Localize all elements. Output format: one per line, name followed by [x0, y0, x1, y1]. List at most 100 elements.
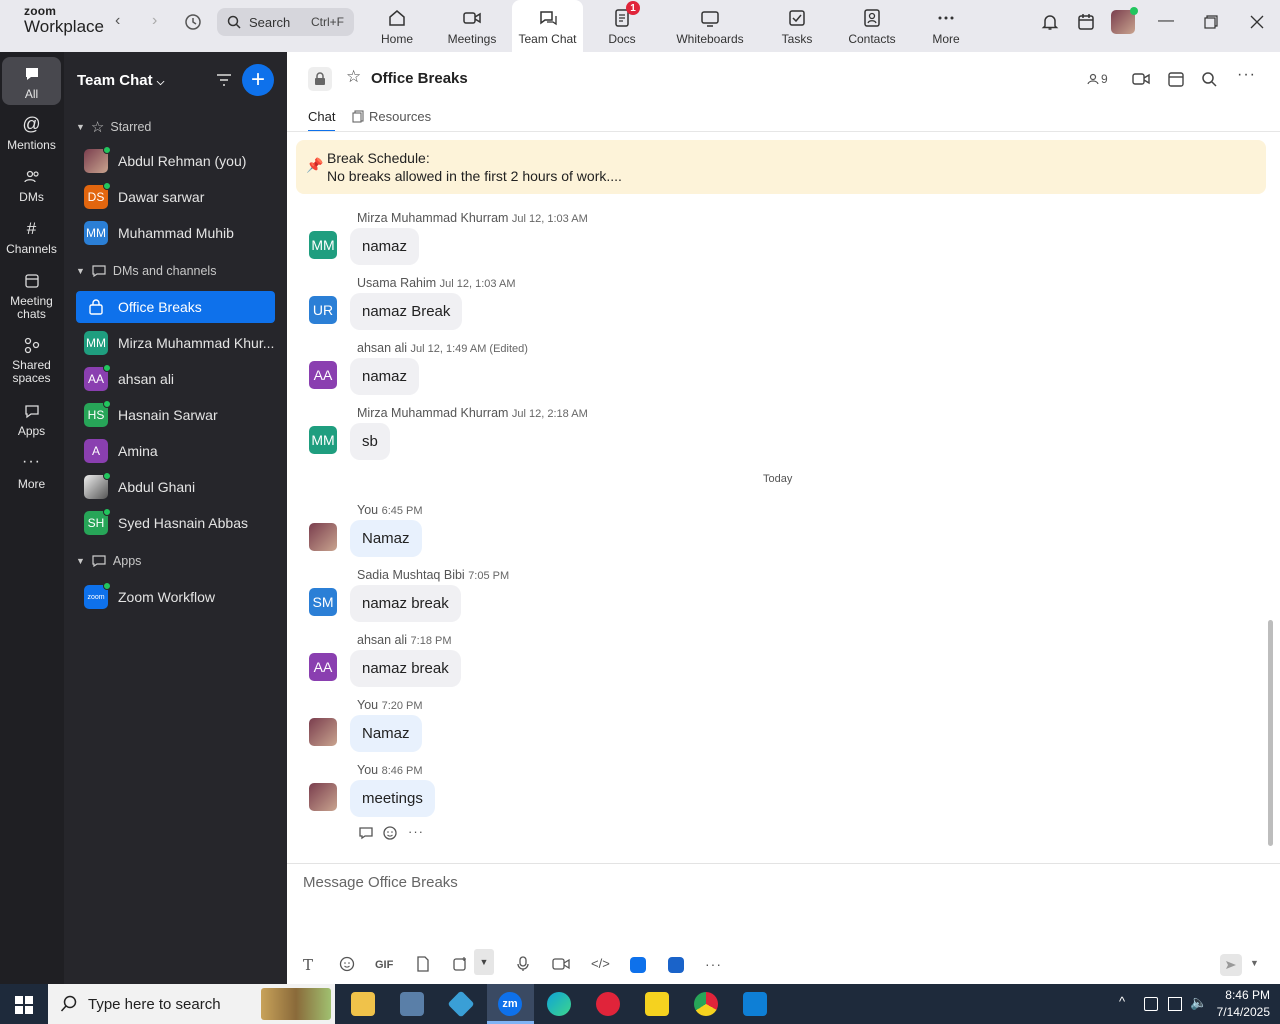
message-text[interactable]: namaz Break	[350, 293, 463, 330]
message-text[interactable]: namaz	[350, 228, 420, 265]
filter-icon[interactable]	[215, 72, 233, 88]
send-button[interactable]	[1220, 954, 1242, 976]
sticky-notes-icon[interactable]	[645, 992, 669, 1016]
tab-contacts[interactable]: Contacts	[845, 0, 899, 52]
avatar[interactable]	[309, 718, 337, 746]
taskbar-active-app[interactable]: zm	[487, 984, 534, 1024]
sidebar-item-dawar-sarwar[interactable]: DS Dawar sarwar	[76, 181, 275, 213]
minimize-icon[interactable]: —	[1158, 12, 1174, 30]
rail-item-all[interactable]: All	[2, 57, 61, 105]
reply-icon[interactable]	[358, 825, 374, 841]
message-text[interactable]: namaz break	[350, 650, 461, 687]
sender-name[interactable]: You	[357, 698, 378, 712]
rail-item-more[interactable]: ··· More	[2, 453, 61, 490]
sidebar-item-amina[interactable]: A Amina	[76, 435, 275, 467]
sidebar-item-mirza-muhammad[interactable]: MM Mirza Muhammad Khur...	[76, 327, 275, 359]
sidebar-item-hasnain-sarwar[interactable]: HS Hasnain Sarwar	[76, 399, 275, 431]
sender-name[interactable]: Usama Rahim	[357, 276, 436, 290]
message-text[interactable]: Namaz	[350, 715, 422, 752]
pinned-message[interactable]: 📌 Break Schedule: No breaks allowed in t…	[296, 140, 1266, 194]
sidebar-item-muhammad-muhib[interactable]: MM Muhammad Muhib	[76, 217, 275, 249]
star-icon[interactable]: ☆	[346, 67, 361, 87]
app-icon[interactable]	[447, 990, 475, 1018]
tray-icon[interactable]	[1144, 997, 1158, 1011]
more-tools-icon[interactable]: ···	[705, 956, 722, 972]
sender-name[interactable]: ahsan ali	[357, 341, 407, 355]
network-icon[interactable]	[1168, 997, 1182, 1011]
taskbar-clock[interactable]: 8:46 PM 7/14/2025	[1208, 987, 1270, 1021]
search-input[interactable]: Search Ctrl+F	[217, 8, 354, 36]
rail-item-apps[interactable]: Apps	[2, 402, 61, 438]
emoji-reaction-icon[interactable]	[382, 825, 398, 841]
tab-team-chat[interactable]: Team Chat	[512, 0, 583, 52]
avatar[interactable]: MM	[309, 231, 337, 259]
file-icon[interactable]	[415, 956, 431, 972]
restore-icon[interactable]	[1204, 15, 1218, 29]
tab-more[interactable]: More	[926, 0, 966, 52]
sidebar-item-abdul-ghani[interactable]: Abdul Ghani	[76, 471, 275, 503]
bell-icon[interactable]	[1041, 13, 1059, 31]
new-chat-button[interactable]: +	[242, 64, 274, 96]
avatar[interactable]: AA	[309, 361, 337, 389]
chevron-up-icon[interactable]: ^	[1119, 994, 1125, 1009]
message-input[interactable]: Message Office Breaks	[303, 874, 458, 891]
tab-tasks[interactable]: Tasks	[777, 0, 817, 52]
message-text[interactable]: namaz	[350, 358, 420, 395]
sidebar-item-syed-hasnain[interactable]: SH Syed Hasnain Abbas	[76, 507, 275, 539]
avatar[interactable]	[309, 783, 337, 811]
avatar[interactable]	[309, 523, 337, 551]
tab-resources[interactable]: Resources	[352, 109, 431, 124]
microphone-icon[interactable]	[516, 956, 530, 972]
tab-meetings[interactable]: Meetings	[442, 0, 502, 52]
chevron-down-icon[interactable]: ▼	[474, 949, 494, 975]
message-text[interactable]: sb	[350, 423, 390, 460]
calendar-icon[interactable]	[1167, 70, 1185, 88]
avatar[interactable]: AA	[309, 653, 337, 681]
chrome-browser-icon[interactable]	[694, 992, 718, 1016]
taskbar-search[interactable]: Type here to search	[48, 984, 335, 1024]
screenshot-icon[interactable]	[452, 956, 468, 972]
windows-start-icon[interactable]	[15, 996, 33, 1014]
avatar[interactable]: UR	[309, 296, 337, 324]
sidebar-title[interactable]: Team Chat ⌵	[77, 72, 164, 89]
message-more-icon[interactable]: ···	[408, 824, 424, 839]
video-message-icon[interactable]	[552, 956, 570, 972]
avatar[interactable]: MM	[309, 426, 337, 454]
message-text[interactable]: meetings	[350, 780, 435, 817]
text-format-icon[interactable]: T	[303, 956, 313, 974]
sender-name[interactable]: ahsan ali	[357, 633, 407, 647]
sidebar-item-ahsan-ali[interactable]: AA ahsan ali	[76, 363, 275, 395]
rail-item-channels[interactable]: # Channels	[2, 220, 61, 255]
opera-browser-icon[interactable]	[596, 992, 620, 1016]
scrollbar[interactable]	[1268, 620, 1273, 846]
video-camera-icon[interactable]	[1132, 71, 1150, 87]
forward-arrow-icon[interactable]: ›	[152, 12, 157, 30]
avatar[interactable]: SM	[309, 588, 337, 616]
vscode-icon[interactable]	[743, 992, 767, 1016]
send-options-chevron-icon[interactable]: ▼	[1250, 958, 1259, 968]
rail-item-shared-spaces[interactable]: Shared spaces	[2, 336, 61, 384]
code-snippet-icon[interactable]: </>	[591, 956, 610, 971]
tab-docs[interactable]: Docs 1	[600, 0, 644, 52]
tab-home[interactable]: Home	[372, 0, 422, 52]
back-arrow-icon[interactable]: ‹	[115, 12, 120, 30]
rail-item-mentions[interactable]: @ Mentions	[2, 115, 61, 151]
gif-icon[interactable]: GIF	[375, 959, 393, 971]
tab-whiteboards[interactable]: Whiteboards	[672, 0, 748, 52]
section-apps[interactable]: ▼ Apps	[76, 554, 141, 568]
volume-icon[interactable]: 🔈	[1190, 994, 1207, 1011]
calendar-icon[interactable]	[1077, 13, 1095, 31]
sidebar-item-zoom-workflow[interactable]: zoom Zoom Workflow	[76, 581, 275, 613]
sender-name[interactable]: Mirza Muhammad Khurram	[357, 406, 508, 420]
emoji-icon[interactable]	[339, 956, 355, 972]
sender-name[interactable]: Mirza Muhammad Khurram	[357, 211, 508, 225]
message-text[interactable]: namaz break	[350, 585, 461, 622]
sender-name[interactable]: Sadia Mushtaq Bibi	[357, 568, 465, 582]
section-dms-channels[interactable]: ▼ DMs and channels	[76, 264, 216, 278]
more-options-icon[interactable]: ···	[1237, 66, 1256, 84]
sidebar-item-abdul-rehman[interactable]: Abdul Rehman (you)	[76, 145, 275, 177]
search-icon[interactable]	[1201, 71, 1217, 87]
close-icon[interactable]	[1250, 15, 1264, 29]
rail-item-meeting-chats[interactable]: Meeting chats	[2, 272, 61, 320]
file-explorer-icon[interactable]	[351, 992, 375, 1016]
